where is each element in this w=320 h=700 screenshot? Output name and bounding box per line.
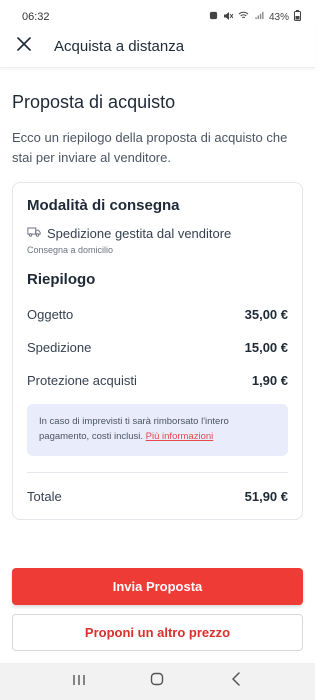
app-bar: Acquista a distanza [0,26,315,68]
wifi-icon [238,11,249,23]
status-icons: 43% [209,10,301,24]
truck-icon [27,224,41,242]
summary-row-item: Oggetto 35,00 € [27,307,288,322]
page-description: Ecco un riepilogo della proposta di acqu… [12,130,288,165]
row-value: 1,90 € [251,373,288,388]
app-title: Acquista a distanza [54,38,185,55]
total-label: Totale [27,489,62,504]
page-title: Proposta di acquisto [12,92,176,112]
row-label: Protezione acquisti [27,373,137,388]
summary-row-protection: Protezione acquisti 1,90 € [27,373,288,388]
delivery-subtitle: Consegna a domicilio [27,245,114,255]
summary-card: Modalità di consegna Spedizione gestita … [12,182,303,520]
recent-apps-button[interactable] [59,667,99,697]
total-value: 51,90 € [244,489,288,504]
alarm-icon [209,11,218,23]
summary-title: Riepilogo [27,271,96,288]
more-info-link[interactable]: Più informazioni [146,431,214,442]
system-nav-bar [0,663,315,700]
close-icon [17,37,31,56]
row-label: Spedizione [27,340,92,355]
status-time: 06:32 [22,11,50,23]
back-button[interactable] [216,667,256,697]
battery-level: 43% [268,11,289,23]
home-icon [150,672,164,691]
close-button[interactable] [4,27,44,67]
delivery-title: Modalità di consegna [27,197,180,214]
propose-other-price-button[interactable]: Proponi un altro prezzo [12,614,303,651]
recent-apps-icon [72,673,86,691]
row-value: 35,00 € [244,307,288,322]
mute-icon [223,11,234,24]
row-label: Oggetto [27,307,74,322]
summary-row-shipping: Spedizione 15,00 € [27,340,288,355]
refund-info-box: In caso di imprevisti ti sarà rimborsato… [27,404,288,456]
delivery-method: Spedizione gestita dal venditore [27,224,288,242]
main-content: Proposta di acquisto Ecco un riepilogo d… [0,68,315,520]
divider [27,472,288,473]
home-button[interactable] [137,667,177,697]
delivery-method-label: Spedizione gestita dal venditore [47,225,232,241]
battery-icon [294,10,301,24]
total-row: Totale 51,90 € [27,489,288,504]
signal-icon [254,11,264,23]
back-icon [231,672,241,691]
send-proposal-button[interactable]: Invia Proposta [12,568,303,605]
row-value: 15,00 € [244,340,288,355]
